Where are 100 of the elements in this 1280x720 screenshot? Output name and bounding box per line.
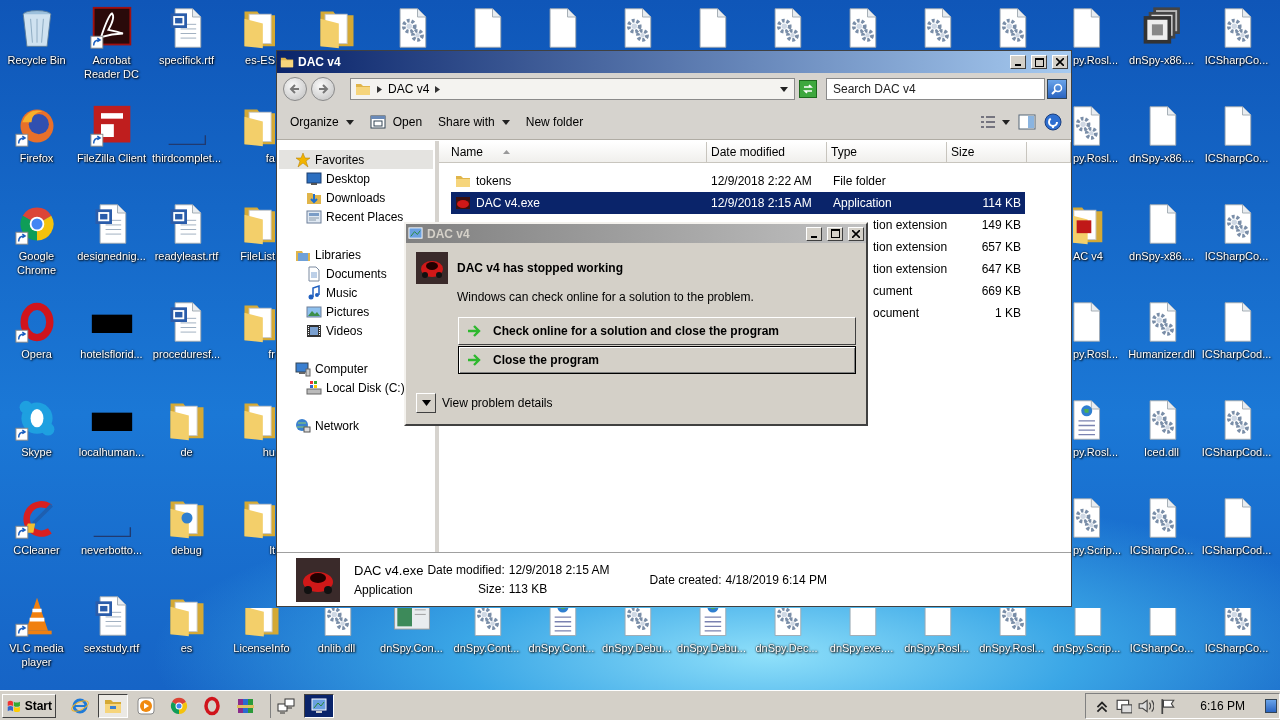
file-name[interactable]: Acrobat Reader DC <box>75 53 148 81</box>
details-link[interactable]: View problem details <box>442 396 553 410</box>
address-bar[interactable]: DAC v4 <box>350 78 795 100</box>
file-name[interactable]: ICSharpCo... <box>1125 641 1198 656</box>
file-name[interactable]: dnSpy-x86.... <box>1125 249 1198 263</box>
taskbar-button[interactable] <box>98 693 128 718</box>
dropdown-button[interactable] <box>778 84 790 94</box>
file-name[interactable]: CCleaner <box>0 543 73 557</box>
nav-item[interactable]: Libraries <box>279 245 366 264</box>
column-header[interactable]: Type <box>827 142 947 163</box>
nav-item[interactable]: Recent Places <box>279 207 408 226</box>
file-name[interactable]: ICSharpCod... <box>1200 347 1273 361</box>
file-name[interactable]: dnSpy-x86.... <box>1125 151 1198 165</box>
file-name[interactable]: Firefox <box>0 151 73 165</box>
file-name[interactable]: ICSharpCod... <box>1200 445 1273 459</box>
file-name[interactable]: Google Chrome <box>0 249 73 277</box>
back-button[interactable] <box>283 77 307 101</box>
file-name[interactable]: VLC media player <box>0 641 73 669</box>
file-name[interactable]: dnlib.dll <box>300 641 373 656</box>
close-button[interactable] <box>1052 55 1068 69</box>
minimize-button[interactable] <box>1010 55 1026 69</box>
nav-item[interactable]: Desktop <box>279 169 375 188</box>
column-header[interactable]: Name <box>439 142 707 163</box>
file-name[interactable]: dnSpy-x86.... <box>1125 53 1198 67</box>
file-name[interactable]: Iced.dll <box>1125 445 1198 459</box>
action-button[interactable]: Close the program <box>458 346 856 374</box>
clock[interactable]: 6:16 PM <box>1200 698 1245 713</box>
file-name[interactable]: neverbotto... <box>75 543 148 557</box>
file-name[interactable]: Humanizer.dll <box>1125 347 1198 361</box>
file-name[interactable]: py.Rosl... <box>1073 347 1119 361</box>
file-row[interactable]: DAC v4.exe 12/9/2018 2:15 AM Application 114 KB <box>451 192 1025 214</box>
network-icon[interactable] <box>1116 697 1133 714</box>
nav-item[interactable]: Documents <box>279 264 391 283</box>
file-name[interactable]: de <box>150 445 223 459</box>
file-name[interactable]: ICSharpCo... <box>1200 641 1273 656</box>
file-name[interactable]: es-ES <box>245 53 275 67</box>
maximize-button[interactable] <box>827 226 843 241</box>
breadcrumb[interactable]: DAC v4 <box>388 82 430 96</box>
file-name[interactable]: fa <box>265 151 275 165</box>
file-name[interactable]: py.Rosl... <box>1073 445 1119 459</box>
file-name[interactable]: debug <box>150 543 223 557</box>
file-name[interactable]: ICSharpCo... <box>1200 53 1273 67</box>
show-desktop-button[interactable] <box>1265 698 1277 713</box>
column-header[interactable]: Size <box>947 142 1027 163</box>
nav-item[interactable]: Pictures <box>279 302 374 321</box>
file-name[interactable]: es <box>150 641 223 655</box>
search-button[interactable] <box>1047 79 1067 99</box>
speaker-icon[interactable] <box>1138 697 1155 714</box>
close-button[interactable] <box>848 226 864 241</box>
action-button[interactable]: Check online for a solution and close the program <box>458 317 856 345</box>
toolbar-button[interactable]: New folder <box>518 110 591 134</box>
file-name[interactable]: AC v4 <box>1073 249 1103 263</box>
toolbar-button[interactable]: Open <box>362 110 430 134</box>
file-name[interactable]: ICSharpCo... <box>1200 249 1273 263</box>
swirl-logo-icon[interactable] <box>89 6 134 50</box>
taskbar-button[interactable] <box>304 693 334 718</box>
file-name[interactable]: dnSpy.Con... <box>375 641 448 656</box>
file-name[interactable]: py.Scrip... <box>1073 543 1122 557</box>
nav-item[interactable]: Favorites <box>279 150 433 169</box>
nav-item[interactable]: Downloads <box>279 188 390 207</box>
flag-icon[interactable] <box>1160 697 1177 714</box>
file-name[interactable]: localhuman... <box>75 445 148 459</box>
file-name[interactable]: Skype <box>0 445 73 459</box>
file-row[interactable]: tokens 12/9/2018 2:22 AM File folder <box>451 170 1025 192</box>
forward-button[interactable] <box>311 77 335 101</box>
file-name[interactable]: FileList <box>240 249 275 263</box>
file-name[interactable]: tokens <box>476 174 512 188</box>
nav-item[interactable]: Music <box>279 283 362 302</box>
file-name[interactable]: designednig... <box>75 249 148 263</box>
file-name[interactable]: ICSharpCo... <box>1125 543 1198 557</box>
maximize-button[interactable] <box>1031 55 1047 69</box>
file-name[interactable]: Recycle Bin <box>0 53 73 67</box>
help-button[interactable] <box>1041 110 1065 134</box>
file-name[interactable]: hu <box>262 445 275 459</box>
file-name[interactable]: sexstudy.rtf <box>75 641 148 655</box>
file-name[interactable]: DAC v4.exe <box>476 196 541 210</box>
file-name[interactable]: proceduresf... <box>150 347 223 361</box>
minimize-button[interactable] <box>806 226 822 241</box>
toolbar-button[interactable]: Organize <box>283 110 361 134</box>
file-name[interactable]: lt <box>269 543 275 557</box>
refresh-button[interactable] <box>799 80 817 98</box>
file-name[interactable]: ICSharpCod... <box>1200 543 1273 557</box>
expand-button[interactable] <box>416 393 436 413</box>
file-name[interactable]: FileZilla Client <box>75 151 148 165</box>
start-button[interactable]: Start <box>2 693 56 718</box>
column-header[interactable]: Date modified <box>707 142 827 163</box>
file-name[interactable]: py.Rosl... <box>1073 151 1119 165</box>
file-name[interactable]: hotelsflorid... <box>75 347 148 361</box>
search-field[interactable]: Search DAC v4 <box>826 78 1045 100</box>
nav-item[interactable]: Network <box>279 416 363 435</box>
file-name[interactable]: fr <box>268 347 275 361</box>
toolbar-button[interactable]: Share with <box>431 110 517 134</box>
file-name[interactable]: Opera <box>0 347 73 361</box>
file-name[interactable]: specifick.rtf <box>150 53 223 67</box>
nav-item[interactable]: Computer <box>279 359 372 378</box>
file-name[interactable]: LicenseInfo <box>225 641 298 656</box>
file-name[interactable]: py.Rosl... <box>1073 53 1119 67</box>
file-name[interactable]: readyleast.rtf <box>150 249 223 263</box>
file-name[interactable]: ICSharpCo... <box>1200 151 1273 165</box>
nav-item[interactable]: Videos <box>279 321 367 340</box>
